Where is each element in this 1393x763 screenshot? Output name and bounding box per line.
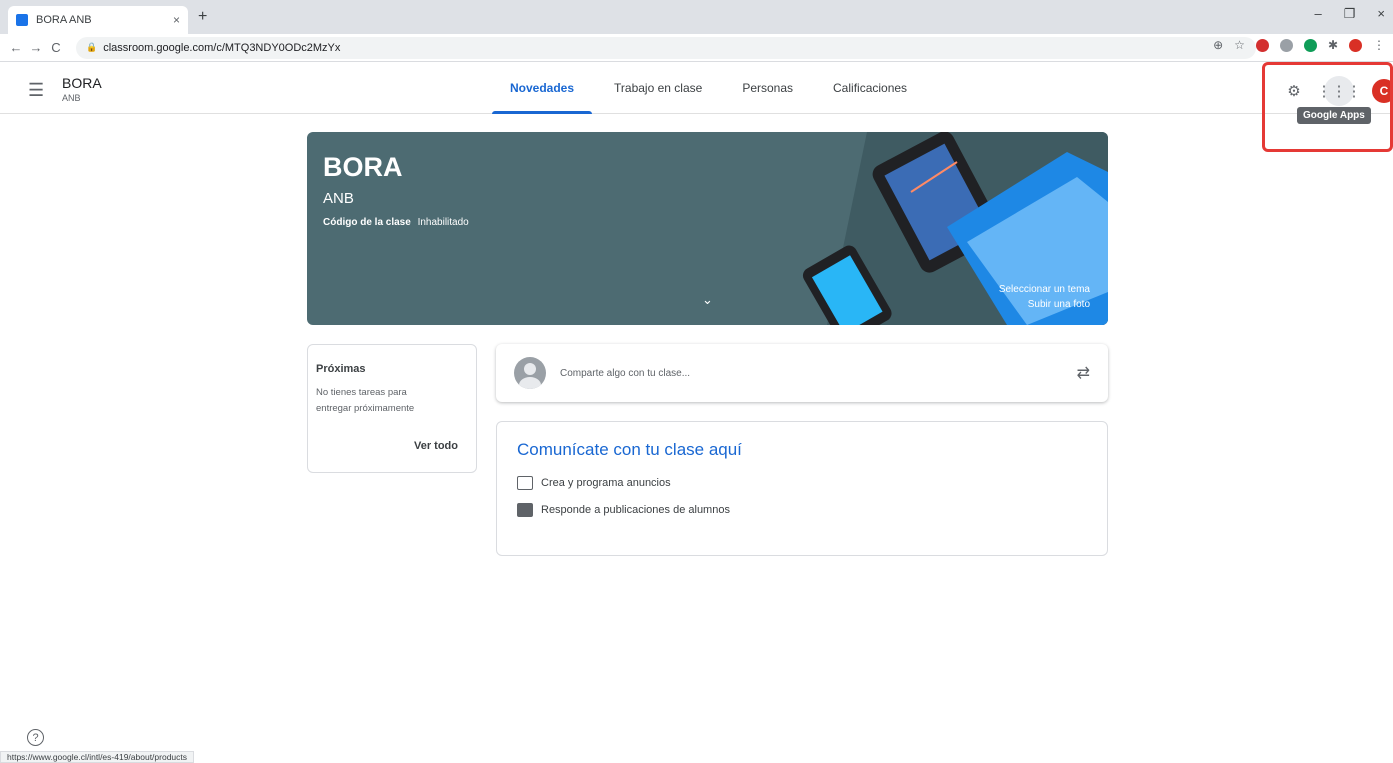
classroom-header: ☰ BORA ANB Novedades Trabajo en clase Pe…: [0, 62, 1393, 114]
extension-icon[interactable]: [1279, 38, 1293, 52]
map-pin-extension-icon[interactable]: [1303, 38, 1317, 52]
address-bar[interactable]: 🔒 classroom.google.com/c/MTQ3NDY0ODc2MzY…: [76, 36, 1256, 59]
course-tabs: Novedades Trabajo en clase Personas Cali…: [490, 62, 927, 114]
repost-icon[interactable]: ⇄: [1077, 363, 1090, 383]
user-avatar: [514, 357, 546, 389]
banner-actions: Seleccionar un tema Subir una foto: [999, 282, 1090, 312]
minimize-button[interactable]: –: [1315, 6, 1322, 22]
course-title: BORA: [62, 75, 102, 91]
banner-title: BORA: [323, 152, 403, 182]
forward-arrow-icon[interactable]: →: [26, 40, 46, 55]
communicate-card: Comunícate con tu clase aquí Crea y prog…: [496, 421, 1108, 556]
maximize-button[interactable]: ❐: [1344, 6, 1356, 22]
browser-tab[interactable]: BORA ANB ×: [8, 6, 188, 34]
share-box[interactable]: Comparte algo con tu clase... ⇄: [496, 344, 1108, 402]
tab-novedades[interactable]: Novedades: [490, 62, 594, 114]
upcoming-card: Próximas No tienes tareas para entregar …: [307, 344, 477, 473]
highlight-box: [1262, 62, 1393, 152]
share-placeholder: Comparte algo con tu clase...: [560, 367, 691, 379]
zoom-icon[interactable]: ⊕: [1213, 38, 1223, 52]
tab-title: BORA ANB: [36, 14, 92, 26]
item-label: Crea y programa anuncios: [541, 477, 671, 489]
menu-hamburger-icon[interactable]: ☰: [28, 80, 44, 101]
opera-extension-icon[interactable]: [1255, 38, 1269, 52]
view-all-link[interactable]: Ver todo: [414, 440, 458, 452]
select-theme-link[interactable]: Seleccionar un tema: [999, 282, 1090, 297]
class-code-value: Inhabilitado: [417, 217, 469, 228]
list-item: Responde a publicaciones de alumnos: [517, 503, 1087, 517]
course-section: ANB: [62, 93, 81, 103]
tab-trabajo-en-clase[interactable]: Trabajo en clase: [594, 62, 722, 114]
bookmark-star-icon[interactable]: ☆: [1234, 38, 1245, 52]
profile-icon[interactable]: [1349, 38, 1362, 52]
status-bar-url: https://www.google.cl/intl/es-419/about/…: [0, 751, 195, 763]
tab-calificaciones[interactable]: Calificaciones: [813, 62, 927, 114]
lock-icon: 🔒: [86, 42, 98, 52]
help-icon[interactable]: ?: [27, 729, 44, 746]
puzzle-extensions-icon[interactable]: ✱: [1328, 38, 1338, 52]
upcoming-text: No tienes tareas para entregar próximame…: [316, 387, 415, 414]
tab-close-icon[interactable]: ×: [173, 13, 180, 27]
reply-icon: [517, 503, 533, 517]
upcoming-title: Próximas: [316, 363, 366, 375]
chevron-down-icon[interactable]: ⌄: [702, 292, 713, 308]
banner-subtitle: ANB: [323, 190, 354, 207]
window-controls: – ❐ ×: [1315, 6, 1385, 22]
browser-menu-icon[interactable]: ⋮: [1373, 38, 1385, 52]
class-code-label: Código de la clase: [323, 217, 411, 228]
list-item: Crea y programa anuncios: [517, 476, 1087, 490]
upload-photo-link[interactable]: Subir una foto: [999, 297, 1090, 312]
url-text: classroom.google.com/c/MTQ3NDY0ODc2MzYx: [103, 41, 341, 54]
class-code: Código de la clase Inhabilitado: [323, 217, 469, 228]
communicate-title: Comunícate con tu clase aquí: [517, 440, 742, 459]
course-name[interactable]: BORA ANB: [62, 75, 102, 103]
announcement-icon: [517, 476, 533, 490]
browser-toolbar: ← → C 🔒 classroom.google.com/c/MTQ3NDY0O…: [0, 34, 1393, 62]
item-label: Responde a publicaciones de alumnos: [541, 504, 730, 516]
new-tab-button[interactable]: +: [198, 8, 207, 26]
extensions-area: ⊕ ☆ ✱ ⋮: [1213, 38, 1385, 52]
close-window-button[interactable]: ×: [1377, 6, 1385, 22]
browser-tabstrip: BORA ANB × + – ❐ ×: [0, 0, 1393, 34]
reload-icon[interactable]: C: [46, 40, 66, 55]
back-arrow-icon[interactable]: ←: [6, 40, 26, 55]
classroom-favicon-icon: [16, 14, 28, 26]
tab-personas[interactable]: Personas: [722, 62, 813, 114]
course-banner: BORA ANB Código de la clase Inhabilitado…: [307, 132, 1108, 325]
